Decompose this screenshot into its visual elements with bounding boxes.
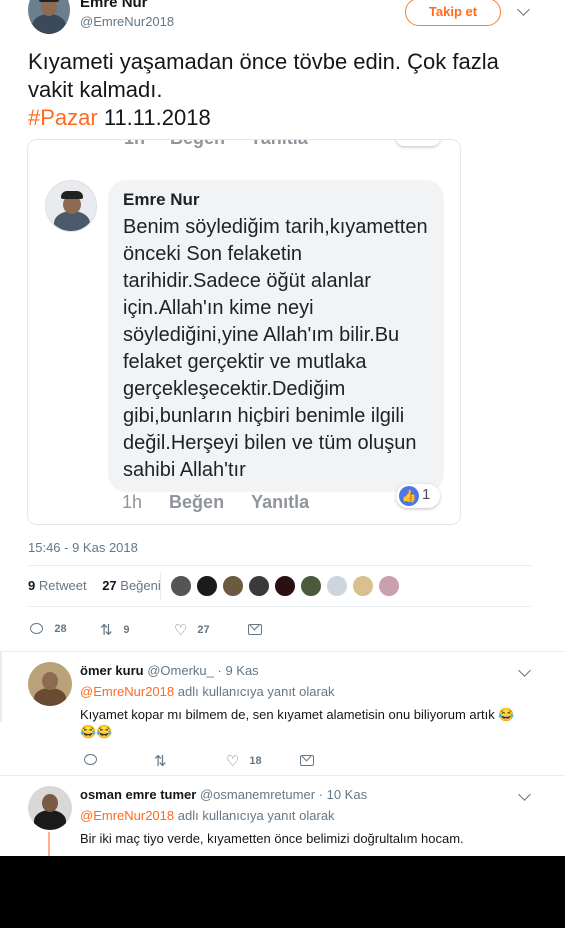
comment-avatar: [45, 180, 97, 232]
liker-avatar[interactable]: [326, 575, 348, 597]
divider: [28, 565, 531, 566]
reply-author-name[interactable]: osman emre tumer: [80, 787, 196, 802]
thumbs-up-icon: 👍: [399, 486, 419, 506]
heart-icon: ♡: [174, 622, 188, 639]
retweet-action-count: 9: [123, 624, 130, 636]
reaction-pill: 👍 1: [396, 484, 440, 508]
embedded-top-actions: 1h Beğen Yanıtla: [124, 140, 328, 149]
author-avatar[interactable]: [28, 0, 70, 34]
reply-button[interactable]: 28: [30, 621, 67, 635]
embedded-image[interactable]: 1h Beğen Yanıtla Emre Nur Benim söylediğ…: [27, 139, 461, 525]
embedded-top-like: Beğen: [170, 140, 225, 148]
comment-bubble: Emre Nur Benim söylediğim tarih,kıyamett…: [108, 180, 444, 492]
comment-time: 1h: [122, 492, 143, 512]
comment-text: Benim söylediğim tarih,kıyametten önceki…: [123, 216, 428, 481]
retweet-count[interactable]: 9: [28, 578, 35, 593]
heart-icon: ♡: [226, 753, 240, 770]
reply-count: 28: [54, 622, 67, 635]
retweet-icon: ⇅: [154, 753, 167, 770]
embedded-top-reaction-icon: [396, 140, 440, 146]
chevron-down-icon[interactable]: [517, 3, 530, 16]
reply-tweet[interactable]: osman emre tumer @osmanemretumer · 10 Ka…: [0, 776, 565, 856]
reply-tweet[interactable]: ömer kuru @Omerku_ · 9 Kas @EmreNur2018 …: [0, 652, 565, 774]
comment-author: Emre Nur: [123, 190, 200, 209]
tweet-text: Kıyameti yaşamadan önce tövbe edin. Çok …: [28, 48, 528, 132]
reply-text: Kıyamet kopar mı bilmem de, sen kıyamet …: [80, 707, 515, 739]
reply-mention[interactable]: @EmreNur2018: [80, 808, 174, 823]
like-count[interactable]: 27: [102, 578, 116, 593]
reply-author-name[interactable]: ömer kuru: [80, 663, 144, 678]
like-label[interactable]: Beğeni: [120, 578, 160, 593]
follow-button[interactable]: Takip et: [405, 0, 501, 26]
reply-button[interactable]: [84, 752, 97, 766]
like-action-count: 27: [197, 624, 210, 636]
like-button[interactable]: ♡ 18: [226, 752, 262, 770]
tweet-stats: 9 Retweet 27 Beğeni: [28, 578, 161, 593]
retweet-button[interactable]: ⇅: [154, 752, 174, 770]
author-name[interactable]: Emre Nur: [80, 0, 148, 11]
dm-button[interactable]: [248, 622, 262, 636]
tweet-timestamp[interactable]: 15:46 - 9 Kas 2018: [28, 540, 138, 555]
comment-actions: 1h Beğen Yanıtla: [122, 492, 331, 513]
reply-author: osman emre tumer @osmanemretumer · 10 Ka…: [80, 787, 367, 802]
tweet-page: Emre Nur @EmreNur2018 Takip et Kıyameti …: [0, 0, 565, 856]
liker-avatar[interactable]: [352, 575, 374, 597]
tweet-header: Emre Nur @EmreNur2018 Takip et: [0, 0, 565, 45]
reply-avatar[interactable]: [28, 662, 72, 706]
author-handle[interactable]: @EmreNur2018: [80, 14, 174, 29]
reply-time[interactable]: · 10 Kas: [319, 787, 367, 802]
embedded-top-time: 1h: [124, 140, 145, 148]
chevron-down-icon[interactable]: [518, 788, 531, 801]
tweet-body: Kıyameti yaşamadan önce tövbe edin. Çok …: [28, 49, 499, 102]
reply-context: @EmreNur2018 adlı kullanıcıya yanıt olar…: [80, 684, 335, 699]
liker-avatar[interactable]: [170, 575, 192, 597]
liker-avatar[interactable]: [222, 575, 244, 597]
comment-reply-label: Yanıtla: [251, 492, 310, 512]
reply-like-count: 18: [249, 755, 262, 767]
reply-icon: [84, 754, 97, 766]
liker-avatar[interactable]: [248, 575, 270, 597]
retweet-button[interactable]: ⇅ 9: [100, 621, 129, 639]
reply-border: [0, 652, 2, 722]
liker-avatar[interactable]: [300, 575, 322, 597]
reply-text: Bir iki maç tiyo verde, kıyametten önce …: [80, 831, 464, 846]
liker-avatar[interactable]: [378, 575, 400, 597]
retweet-icon: ⇅: [100, 622, 113, 639]
tweet-actions: 28 ⇅ 9 ♡ 27: [30, 621, 530, 641]
reply-actions: ⇅ ♡ 18: [84, 752, 484, 770]
reply-author: ömer kuru @Omerku_ · 9 Kas: [80, 663, 259, 678]
divider: [28, 606, 531, 607]
comment-like-label: Beğen: [169, 492, 225, 512]
liker-avatar[interactable]: [196, 575, 218, 597]
reply-icon: [30, 623, 43, 635]
reply-time[interactable]: · 9 Kas: [218, 663, 259, 678]
liker-avatar[interactable]: [274, 575, 296, 597]
reply-author-handle[interactable]: @osmanemretumer: [200, 787, 315, 802]
chevron-down-icon[interactable]: [518, 664, 531, 677]
mail-icon: [300, 755, 314, 767]
tweet-date-text: 11.11.2018: [103, 105, 211, 130]
dm-button[interactable]: [300, 753, 314, 767]
embedded-top-reply: Yanıtla: [250, 140, 308, 148]
reply-context: @EmreNur2018 adlı kullanıcıya yanıt olar…: [80, 808, 335, 823]
reply-mention[interactable]: @EmreNur2018: [80, 684, 174, 699]
retweet-label[interactable]: Retweet: [39, 578, 87, 593]
hashtag-link[interactable]: #Pazar: [28, 105, 98, 130]
reply-context-text: adlı kullanıcıya yanıt olarak: [177, 684, 335, 699]
reply-avatar[interactable]: [28, 786, 72, 830]
like-button[interactable]: ♡ 27: [174, 621, 210, 639]
reaction-count: 1: [422, 486, 431, 503]
mail-icon: [248, 624, 262, 636]
reply-author-handle[interactable]: @Omerku_: [147, 663, 214, 678]
thread-line: [48, 832, 50, 856]
reply-context-text: adlı kullanıcıya yanıt olarak: [177, 808, 335, 823]
stats-divider: [160, 572, 161, 600]
